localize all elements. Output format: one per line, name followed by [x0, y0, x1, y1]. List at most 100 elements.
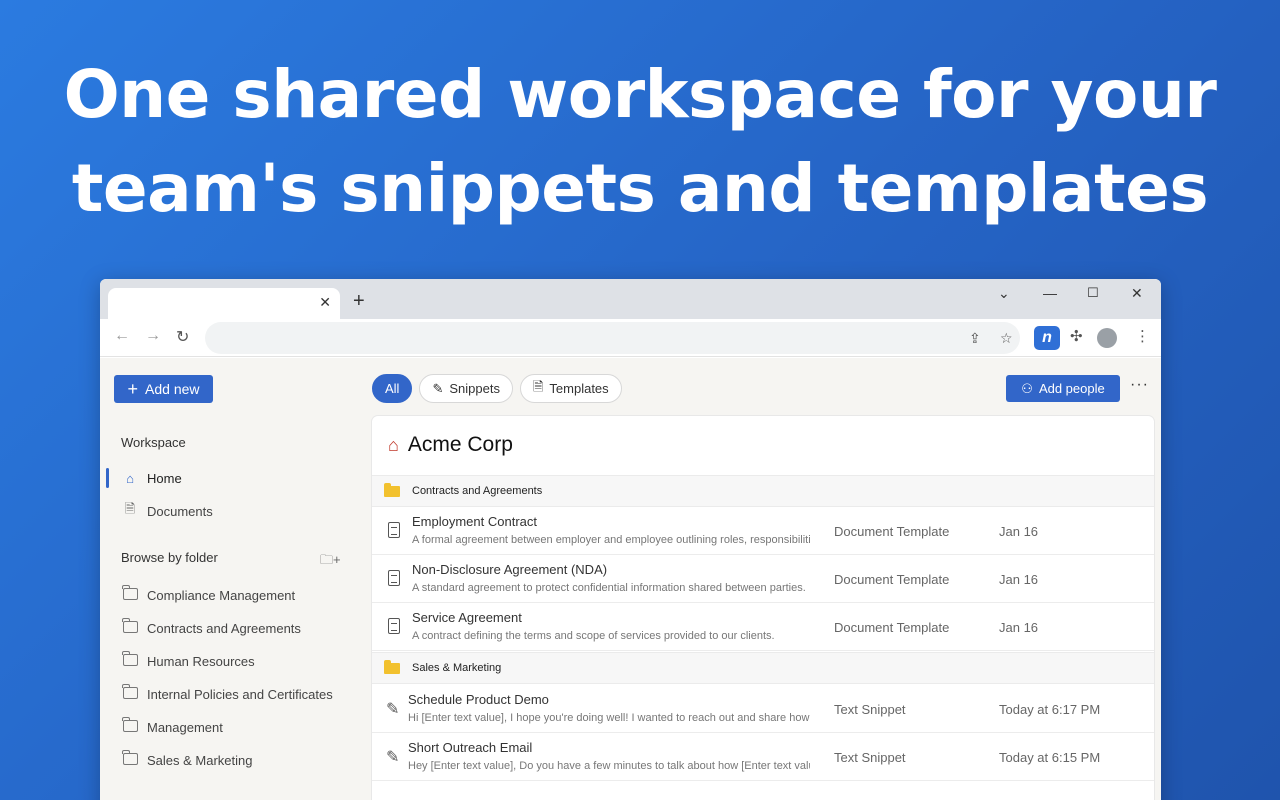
omnibox-input[interactable] [205, 322, 1020, 354]
filter-snippets-chip[interactable]: ✎ Snippets [419, 374, 513, 403]
add-new-label: Add new [145, 381, 200, 397]
item-type: Document Template [834, 572, 950, 587]
bookmark-star-icon[interactable]: ☆ [1000, 330, 1013, 347]
item-description: A contract defining the terms and scope … [412, 630, 775, 642]
folder-label: Compliance Management [147, 587, 296, 603]
workspace-panel: ⌂ Acme Corp Contracts and Agreements Emp… [372, 416, 1154, 800]
folder-icon [122, 584, 138, 600]
browser-menu-icon[interactable]: ⋮ [1135, 327, 1150, 345]
folder-item[interactable]: Compliance Management [122, 583, 295, 607]
item-description: Hi [Enter text value], I hope you're doi… [408, 712, 810, 724]
item-title: Service Agreement [412, 610, 522, 625]
add-people-icon: ⚇ [1021, 380, 1033, 396]
close-tab-icon[interactable]: ✕ [319, 294, 331, 311]
active-indicator [106, 468, 109, 488]
back-icon[interactable]: ← [114, 327, 130, 345]
item-description: A standard agreement to protect confiden… [412, 582, 806, 594]
folder-label: Management [147, 719, 223, 735]
workspace-name: Acme Corp [407, 433, 513, 456]
group-header[interactable]: Contracts and Agreements [372, 475, 1154, 507]
folder-icon [122, 749, 138, 765]
item-type: Text Snippet [834, 750, 906, 765]
document-icon [388, 570, 400, 586]
browser-tab[interactable]: ✕ [108, 288, 340, 319]
item-date: Jan 16 [999, 620, 1039, 635]
minimize-icon[interactable]: — [1043, 285, 1057, 301]
folder-item[interactable]: Internal Policies and Certificates [122, 682, 333, 706]
new-folder-icon[interactable]: 🗀+ [320, 551, 341, 573]
folder-item[interactable]: Management [122, 715, 223, 739]
home-icon: ⌂ [126, 470, 134, 486]
reload-icon[interactable]: ↻ [176, 327, 189, 347]
folder-label: Human Resources [147, 653, 255, 669]
add-new-button[interactable]: + Add new [114, 375, 213, 403]
list-item[interactable]: ✎ Schedule Product Demo Hi [Enter text v… [372, 685, 1154, 733]
browser-window: ✕ + ⌄ — ☐ ✕ ← → ↻ ⇪ ☆ n ✣ ⋮ + Add new Wo… [100, 279, 1161, 800]
house-icon: ⌂ [388, 434, 399, 455]
new-tab-button[interactable]: + [353, 290, 365, 313]
item-description: A formal agreement between employer and … [412, 534, 811, 546]
group-name: Contracts and Agreements [412, 485, 543, 497]
snippet-pen-icon: ✎ [386, 749, 400, 766]
tab-strip: ✕ + ⌄ — ☐ ✕ [100, 279, 1161, 319]
template-doc-icon: 🗎 [532, 378, 544, 394]
forward-icon[interactable]: → [145, 327, 161, 345]
add-people-label: Add people [1038, 381, 1105, 396]
folder-icon [122, 650, 138, 666]
plus-icon: + [127, 379, 139, 399]
folder-icon [122, 617, 138, 633]
item-date: Jan 16 [999, 572, 1039, 587]
folder-icon [384, 659, 400, 674]
folder-item[interactable]: Human Resources [122, 649, 255, 673]
item-date: Jan 16 [999, 524, 1039, 539]
more-options-button[interactable]: ··· [1130, 376, 1149, 394]
item-type: Document Template [834, 524, 950, 539]
sidebar-item-home[interactable]: ⌂ Home [122, 466, 182, 490]
filter-all-chip[interactable]: All [372, 374, 413, 403]
list-item[interactable]: ✎ Short Outreach Email Hey [Enter text v… [372, 733, 1154, 781]
folder-label: Internal Policies and Certificates [147, 686, 333, 702]
folder-icon [384, 482, 400, 497]
group-name: Sales & Marketing [412, 662, 502, 674]
item-title: Schedule Product Demo [408, 692, 549, 707]
folder-label: Contracts and Agreements [147, 620, 301, 636]
document-icon [388, 522, 400, 538]
address-bar: ← → ↻ ⇪ ☆ n ✣ ⋮ [100, 319, 1161, 357]
item-title: Short Outreach Email [408, 740, 533, 755]
filter-templates-chip[interactable]: 🗎 Templates [519, 374, 622, 403]
filter-label: All [385, 381, 400, 396]
sidebar: + Add new Workspace ⌂ Home 🗎 Documents B… [100, 358, 362, 800]
filter-label: Templates [549, 381, 609, 396]
folder-label: Sales & Marketing [147, 752, 253, 768]
list-item[interactable]: Service Agreement A contract defining th… [372, 603, 1154, 651]
tab-search-icon[interactable]: ⌄ [998, 285, 1010, 302]
item-title: Employment Contract [412, 514, 537, 529]
group-header[interactable]: Sales & Marketing [372, 652, 1154, 684]
sidebar-item-label: Documents [147, 503, 213, 519]
workspace-heading: Workspace [121, 435, 186, 450]
workspace-title: ⌂ Acme Corp [388, 433, 513, 457]
item-date: Today at 6:15 PM [999, 750, 1101, 765]
folder-item[interactable]: Contracts and Agreements [122, 616, 301, 640]
profile-avatar-icon[interactable] [1097, 328, 1117, 348]
headline-line-2: team's snippets and templates [71, 150, 1209, 227]
item-type: Text Snippet [834, 702, 906, 717]
add-people-button[interactable]: ⚇ Add people [1006, 375, 1120, 402]
item-date: Today at 6:17 PM [999, 702, 1101, 717]
share-icon[interactable]: ⇪ [969, 330, 981, 347]
list-item[interactable]: Non-Disclosure Agreement (NDA) A standar… [372, 555, 1154, 603]
extension-logo-icon[interactable]: n [1034, 326, 1060, 350]
folder-item[interactable]: Sales & Marketing [122, 748, 253, 772]
close-window-icon[interactable]: ✕ [1131, 285, 1143, 302]
extensions-puzzle-icon[interactable]: ✣ [1070, 327, 1083, 345]
sidebar-item-documents[interactable]: 🗎 Documents [122, 499, 213, 523]
maximize-icon[interactable]: ☐ [1087, 285, 1099, 301]
document-icon [388, 618, 400, 634]
filter-label: Snippets [449, 381, 500, 396]
list-item[interactable]: Employment Contract A formal agreement b… [372, 507, 1154, 555]
filter-chips: All ✎ Snippets 🗎 Templates [372, 374, 622, 403]
sidebar-item-label: Home [147, 470, 182, 486]
folder-icon [122, 716, 138, 732]
item-type: Document Template [834, 620, 950, 635]
folder-icon [122, 683, 138, 699]
